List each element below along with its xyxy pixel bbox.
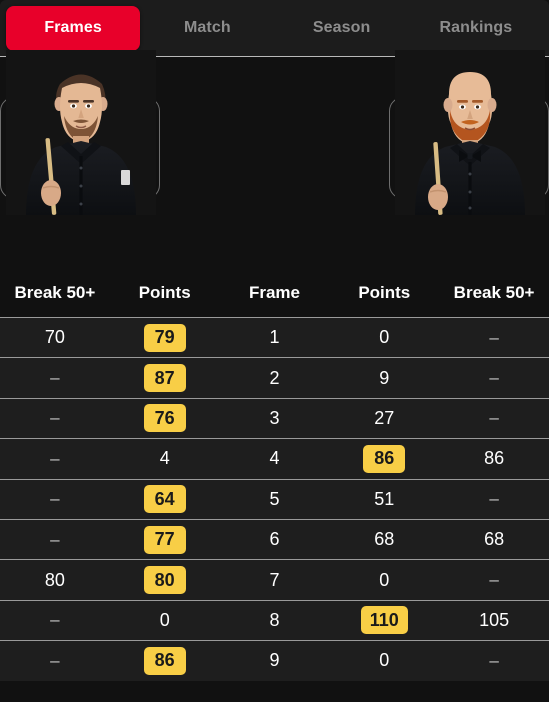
frame-number-cell: 2 <box>269 367 280 388</box>
tab-match[interactable]: Match <box>140 6 274 51</box>
frame-number-cell: 5 <box>269 488 280 509</box>
table-row[interactable]: – 76 3 27 – <box>0 397 549 439</box>
empty-value-dash: – <box>50 529 60 549</box>
left-break-cell: – <box>0 601 110 640</box>
table-row[interactable]: – 4 4 86 86 <box>0 438 549 479</box>
frame-winner-badge: 77 <box>143 525 186 554</box>
frame-winner-badge: 86 <box>143 646 186 675</box>
table-row[interactable]: – 77 6 68 68 <box>0 518 549 560</box>
frames-table-body: 70 79 1 0– –87 2 9– –76 3 27– –4 4 86 86–64 5 51– –77 6 68… <box>0 317 549 681</box>
empty-value-dash: – <box>50 408 60 428</box>
left-points-cell: 79 <box>110 318 220 357</box>
left-points-cell: 77 <box>110 520 220 559</box>
right-points-cell: 0 <box>379 569 390 590</box>
players-section <box>0 50 549 269</box>
left-break-cell: – <box>0 480 110 519</box>
column-header: Break 50+ <box>14 283 96 302</box>
frame-number-cell: 4 <box>269 448 280 469</box>
right-points-cell: 51 <box>374 488 395 509</box>
right-points-cell: 0 <box>379 650 390 671</box>
empty-value-dash: – <box>50 610 60 630</box>
frame-winner-badge: 110 <box>360 606 408 635</box>
table-row[interactable]: – 86 9 0 – <box>0 640 549 681</box>
frame-winner-badge: 80 <box>143 566 186 595</box>
column-header: Points <box>138 283 191 302</box>
left-break-cell: – <box>0 358 110 397</box>
right-break-cell: – <box>439 480 549 519</box>
left-break-cell: – <box>0 399 110 438</box>
left-points-cell: 86 <box>110 641 220 680</box>
empty-value-dash: – <box>50 489 60 509</box>
right-points-cell: 110 <box>329 601 439 640</box>
right-points-cell: 86 <box>329 439 439 478</box>
empty-value-dash: – <box>489 489 499 509</box>
left-break-cell: 70 <box>44 327 65 348</box>
table-row[interactable]: – 64 5 51 – <box>0 478 549 519</box>
tab-frames[interactable]: Frames <box>6 5 141 51</box>
empty-value-dash: – <box>50 650 60 670</box>
empty-value-dash: – <box>489 368 499 388</box>
table-row[interactable]: – 87 2 9 – <box>0 357 549 398</box>
right-break-cell: 105 <box>479 609 510 630</box>
tab-season[interactable]: Season <box>275 6 409 51</box>
left-points-cell: 80 <box>110 560 220 599</box>
empty-value-dash: – <box>50 368 60 388</box>
empty-value-dash: – <box>50 448 60 468</box>
frame-winner-badge: 79 <box>143 323 186 352</box>
right-break-cell: – <box>439 358 549 397</box>
table-row[interactable]: 70 79 1 0 – <box>0 317 549 358</box>
empty-value-dash: – <box>489 408 499 428</box>
frame-number-cell: 8 <box>269 609 280 630</box>
player-frame-left[interactable] <box>0 50 160 215</box>
frame-winner-badge: 87 <box>143 364 186 393</box>
left-break-cell: – <box>0 520 110 559</box>
right-points-cell: 9 <box>379 367 390 388</box>
left-points-cell: 76 <box>110 399 220 438</box>
frame-winner-badge: 86 <box>363 444 406 473</box>
table-row[interactable]: 80 80 7 0 – <box>0 559 549 600</box>
player-photo-right <box>395 50 545 215</box>
frame-winner-badge: 76 <box>143 404 186 433</box>
right-break-cell: – <box>439 641 549 680</box>
frame-number-cell: 1 <box>269 327 280 348</box>
player-photo-left <box>6 50 156 215</box>
right-break-cell: – <box>439 399 549 438</box>
right-break-cell: – <box>439 318 549 357</box>
empty-value-dash: – <box>489 650 499 670</box>
empty-value-dash: – <box>489 570 499 590</box>
tab-bar: Frames Match Season Rankings <box>0 0 549 57</box>
frame-number-cell: 3 <box>269 407 280 428</box>
right-break-cell: 86 <box>484 448 505 469</box>
left-break-cell: – <box>0 439 110 478</box>
empty-value-dash: – <box>489 327 499 347</box>
player-frame-right[interactable] <box>389 50 549 215</box>
left-points-cell: 4 <box>159 448 170 469</box>
right-break-cell: – <box>439 560 549 599</box>
right-break-cell: 68 <box>484 529 505 550</box>
left-break-cell: – <box>0 641 110 680</box>
left-points-cell: 0 <box>159 609 170 630</box>
right-points-cell: 27 <box>374 407 395 428</box>
left-points-cell: 87 <box>110 358 220 397</box>
table-row[interactable]: – 0 8 110 105 <box>0 599 549 641</box>
table-header-row: Break 50+ Points Frame Points Break 50+ <box>0 269 549 317</box>
tab-rankings[interactable]: Rankings <box>409 6 543 51</box>
column-header: Points <box>358 283 411 302</box>
frame-number-cell: 6 <box>269 529 280 550</box>
left-break-cell: 80 <box>44 569 65 590</box>
column-header: Frame <box>248 283 300 302</box>
left-points-cell: 64 <box>110 480 220 519</box>
right-points-cell: 68 <box>374 529 395 550</box>
column-header: Break 50+ <box>453 283 535 302</box>
frame-number-cell: 9 <box>269 650 280 671</box>
right-points-cell: 0 <box>379 327 390 348</box>
frame-winner-badge: 64 <box>143 485 186 514</box>
frame-number-cell: 7 <box>269 569 280 590</box>
